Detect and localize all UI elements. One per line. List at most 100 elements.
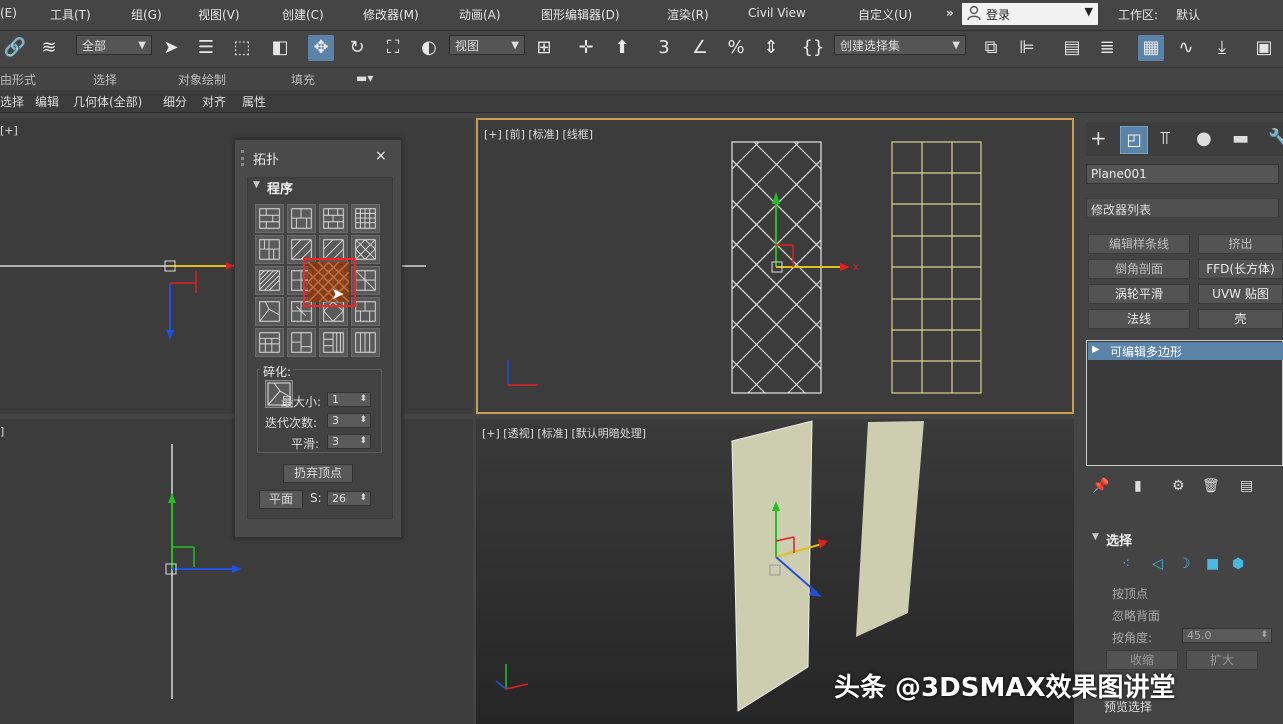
menu-views[interactable]: 视图(V) — [198, 6, 240, 23]
material-editor-icon[interactable]: ▣ — [1251, 35, 1277, 61]
display-icon[interactable]: ▬ — [1232, 128, 1249, 149]
motion-icon[interactable]: ● — [1196, 128, 1212, 149]
workspace-value[interactable]: 默认 — [1176, 6, 1200, 23]
object-name-field[interactable]: Plane001 — [1086, 164, 1279, 184]
menu-group[interactable]: 组(G) — [131, 6, 162, 23]
rollout-toggle-icon[interactable]: ▼ — [253, 180, 260, 190]
menu-tools[interactable]: 工具(T) — [50, 6, 91, 23]
drop-vertices-button[interactable]: 扔弃顶点 — [283, 464, 353, 483]
layer-explorer-icon[interactable]: ▤ — [1059, 35, 1085, 61]
element-mode-icon[interactable]: ⬢ — [1232, 556, 1244, 572]
modifier-button[interactable]: UVW 贴图 — [1198, 284, 1283, 304]
show-end-result-icon[interactable]: ▮ — [1134, 478, 1142, 494]
grow-button[interactable]: 扩大 — [1186, 650, 1258, 670]
angle-snap-icon[interactable]: ∠ — [687, 35, 713, 61]
topology-pattern-icon[interactable] — [319, 328, 348, 357]
remove-modifier-icon[interactable]: 🗑 — [1202, 478, 1220, 494]
topology-pattern-icon[interactable] — [255, 266, 284, 295]
panel-grip-icon[interactable] — [241, 150, 247, 166]
select-icon[interactable]: ➤ — [158, 35, 184, 61]
topology-pattern-icon[interactable] — [255, 204, 284, 233]
topology-pattern-icon[interactable] — [287, 328, 316, 357]
topology-pattern-icon[interactable] — [351, 328, 380, 357]
subtab-geometry[interactable]: 几何体(全部) — [73, 93, 142, 110]
edit-named-sets-icon[interactable]: {} — [800, 35, 826, 61]
subtab-select[interactable]: 选择 — [0, 93, 24, 110]
size-spinner[interactable]: 1 ⬍ — [327, 392, 371, 407]
rotate-icon[interactable]: ↻ — [344, 35, 370, 61]
menu-create[interactable]: 创建(C) — [282, 6, 324, 23]
expand-icon[interactable]: ▶ — [1092, 344, 1100, 355]
topology-pattern-icon[interactable] — [255, 297, 284, 326]
spinner-arrows-icon[interactable]: ⬍ — [1260, 629, 1268, 642]
menu-graph-editors[interactable]: 图形编辑器(D) — [541, 6, 620, 23]
scene-explorer-icon[interactable]: ≣ — [1094, 35, 1120, 61]
stack-item-selected[interactable]: ▶ 可编辑多边形 — [1088, 342, 1283, 360]
close-icon[interactable]: × — [375, 148, 387, 164]
curve-editor-icon[interactable]: ∿ — [1173, 35, 1199, 61]
ribbon-tab-object-paint[interactable]: 对象绘制 — [178, 71, 226, 88]
menu-customize[interactable]: 自定义(U) — [858, 6, 912, 23]
pivot-icon[interactable]: ⊞ — [531, 35, 557, 61]
snap-icon[interactable]: ✛ — [573, 35, 599, 61]
vertex-mode-icon[interactable]: ⁖ — [1122, 556, 1130, 572]
spinner-arrows-icon[interactable]: ⬍ — [359, 492, 367, 505]
menu-civil-view[interactable]: Civil View — [748, 6, 806, 20]
topology-pattern-icon[interactable] — [255, 235, 284, 264]
edge-mode-icon[interactable]: ◁ — [1152, 556, 1163, 572]
hierarchy-icon[interactable]: ⫪ — [1160, 128, 1170, 149]
configure-sets-icon[interactable]: ▤ — [1240, 478, 1253, 494]
menu-edit[interactable]: (E) — [0, 6, 17, 20]
smooth-spinner[interactable]: 3 ⬍ — [327, 434, 371, 449]
subtab-edit[interactable]: 编辑 — [35, 93, 59, 110]
modifier-button[interactable]: 涡轮平滑 — [1088, 284, 1190, 304]
move-icon[interactable]: ✥ — [308, 35, 334, 61]
rect-region-icon[interactable]: ⬚ — [229, 35, 255, 61]
create-icon[interactable]: + — [1090, 126, 1107, 150]
modifier-list-dropdown[interactable]: 修改器列表 — [1086, 198, 1279, 218]
login-dropdown[interactable]: 登录 ▼ — [962, 3, 1098, 25]
topology-pattern-icon[interactable] — [351, 204, 380, 233]
modifier-button[interactable]: 法线 — [1088, 309, 1190, 329]
modifier-button[interactable]: 倒角剖面 — [1088, 259, 1190, 279]
subtab-subdivision[interactable]: 细分 — [163, 93, 187, 110]
subtab-align[interactable]: 对齐 — [202, 93, 226, 110]
rollout-toggle-icon[interactable]: ▼ — [1092, 532, 1099, 542]
window-crossing-icon[interactable]: ◧ — [267, 35, 293, 61]
viewport-front[interactable]: [+] [前] [标准] [线框] x — [476, 118, 1074, 414]
menu-overflow-icon[interactable]: » — [946, 6, 954, 20]
ignore-backface-checkbox[interactable]: 忽略背面 — [1112, 607, 1160, 624]
border-mode-icon[interactable]: ☽ — [1178, 556, 1191, 572]
spinner-arrows-icon[interactable]: ⬍ — [359, 414, 367, 427]
by-angle-checkbox[interactable]: 按角度: — [1112, 629, 1152, 646]
mirror-icon[interactable]: ⧉ — [978, 35, 1004, 61]
toggle-ribbon-icon[interactable]: ▦ — [1138, 35, 1164, 61]
ribbon-tab-selection[interactable]: 选择 — [93, 71, 117, 88]
topology-pattern-icon[interactable] — [255, 328, 284, 357]
iterations-spinner[interactable]: 3 ⬍ — [327, 413, 371, 428]
percent-snap-icon[interactable]: % — [723, 35, 749, 61]
plane-button[interactable]: 平面 — [259, 490, 303, 509]
polygon-mode-icon[interactable]: ■ — [1206, 556, 1219, 572]
spinner-snap-icon[interactable]: ⇕ — [758, 35, 784, 61]
menu-animation[interactable]: 动画(A) — [459, 6, 501, 23]
modify-icon[interactable]: ◰ — [1120, 126, 1148, 154]
topology-pattern-icon[interactable] — [287, 204, 316, 233]
s-spinner[interactable]: 26 ⬍ — [327, 491, 371, 506]
utilities-icon[interactable]: 🔧 — [1268, 128, 1283, 149]
ribbon-options-icon[interactable]: ▬▾ — [356, 71, 373, 85]
keyboard-shortcut-icon[interactable]: ⬆ — [609, 35, 635, 61]
modifier-button[interactable]: FFD(长方体) — [1198, 259, 1283, 279]
modifier-button[interactable]: 编辑样条线 — [1088, 234, 1190, 254]
link-icon[interactable]: 🔗 — [2, 35, 28, 61]
align-icon[interactable]: ⊫ — [1014, 35, 1040, 61]
select-by-name-icon[interactable]: ☰ — [193, 35, 219, 61]
snaps-3d-icon[interactable]: 3 — [651, 35, 677, 61]
modifier-button[interactable]: 挤出 — [1198, 234, 1283, 254]
subtab-properties[interactable]: 属性 — [242, 93, 266, 110]
menu-modifiers[interactable]: 修改器(M) — [363, 6, 419, 23]
ribbon-tab-populate[interactable]: 填充 — [291, 71, 315, 88]
angle-spinner[interactable]: 45.0 ⬍ — [1182, 628, 1272, 643]
pin-stack-icon[interactable]: 📌 — [1092, 478, 1109, 494]
modifier-button[interactable]: 壳 — [1198, 309, 1283, 329]
